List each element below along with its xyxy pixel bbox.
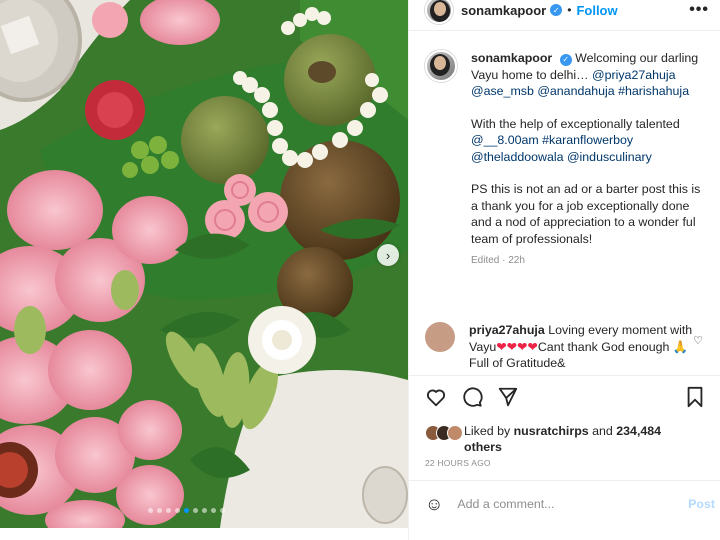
carousel-next-button[interactable]: › xyxy=(377,244,399,266)
post-timestamp: 22 HOURS AGO xyxy=(425,458,491,468)
likes-others[interactable]: others xyxy=(464,440,502,454)
author-username[interactable]: sonamkapoor xyxy=(461,3,546,18)
mention-link[interactable]: @theladdoowala xyxy=(471,150,564,164)
caption-para3: PS this is not an ad or a barter post th… xyxy=(471,182,701,246)
carousel-dot xyxy=(211,508,216,513)
flower-arrangement-image xyxy=(0,0,408,528)
post-comment-button[interactable]: Post xyxy=(688,497,715,511)
comment-box-divider xyxy=(409,480,720,481)
action-bar xyxy=(425,385,705,409)
hashtag-link[interactable]: #harishahuja xyxy=(618,84,689,98)
liker-username[interactable]: nusratchirps xyxy=(514,424,589,438)
mention-link[interactable]: @__8.00am xyxy=(471,133,539,147)
share-paper-plane-icon[interactable] xyxy=(497,386,519,408)
carousel-dot xyxy=(166,508,171,513)
liker-avatars xyxy=(425,425,463,441)
post-header: sonamkapoor ✓ • Follow ••• xyxy=(409,0,720,24)
caption-para2: With the help of exceptionally talented xyxy=(471,116,680,131)
likes-prefix: Liked by xyxy=(464,424,511,438)
add-comment-bar: ☺ Post xyxy=(425,492,715,516)
emoji-picker-icon[interactable]: ☺ xyxy=(425,494,443,515)
separator-dot: • xyxy=(567,3,572,17)
carousel-dot xyxy=(220,508,225,513)
more-options-icon[interactable]: ••• xyxy=(689,1,709,19)
like-comment-heart-icon[interactable]: ♡ xyxy=(693,334,703,347)
likes-count[interactable]: 234,484 xyxy=(616,424,661,438)
commenter-avatar[interactable] xyxy=(425,322,455,352)
follow-button[interactable]: Follow xyxy=(576,3,617,18)
carousel-dot xyxy=(175,508,180,513)
verified-badge-icon: ✓ xyxy=(559,54,572,67)
mention-link[interactable]: @priya27ahuja xyxy=(592,68,676,82)
hashtag-link[interactable]: #karanflowerboy xyxy=(542,133,633,147)
post-side-panel: sonamkapoor ✓ • Follow ••• sonamkapoor ✓… xyxy=(408,0,720,540)
post-photo: › xyxy=(0,0,408,528)
commenter-username[interactable]: priya27ahuja xyxy=(469,323,545,337)
carousel-dot xyxy=(193,508,198,513)
mention-link[interactable]: @ase_msb xyxy=(471,84,534,98)
carousel-dot xyxy=(148,508,153,513)
author-avatar[interactable] xyxy=(425,0,453,24)
comment-input[interactable] xyxy=(457,497,689,511)
likes-summary: Liked by nusratchirps and 234,484 others xyxy=(425,423,714,455)
comment-bubble-icon[interactable] xyxy=(461,386,483,408)
carousel-indicator xyxy=(148,508,225,513)
mention-link[interactable]: @anandahuja xyxy=(537,84,614,98)
hearts-emoji: ❤❤❤❤ xyxy=(496,339,538,354)
likes-and: and xyxy=(592,424,613,438)
carousel-dot xyxy=(157,508,162,513)
like-heart-icon[interactable] xyxy=(425,386,447,408)
carousel-dot xyxy=(184,508,189,513)
caption-username[interactable]: sonamkapoor xyxy=(471,51,552,65)
carousel-dot xyxy=(202,508,207,513)
caption-avatar[interactable] xyxy=(425,50,457,82)
comment-item: priya27ahuja Loving every moment with Va… xyxy=(425,322,715,370)
mention-link[interactable]: @indusculinary xyxy=(567,150,652,164)
header-divider xyxy=(409,30,720,31)
actions-divider xyxy=(409,375,720,376)
verified-badge-icon: ✓ xyxy=(550,4,563,16)
edited-timestamp: Edited · 22h xyxy=(471,255,525,266)
save-bookmark-icon[interactable] xyxy=(685,386,705,408)
post-caption: sonamkapoor ✓ Welcoming our darling Vayu… xyxy=(425,50,715,270)
